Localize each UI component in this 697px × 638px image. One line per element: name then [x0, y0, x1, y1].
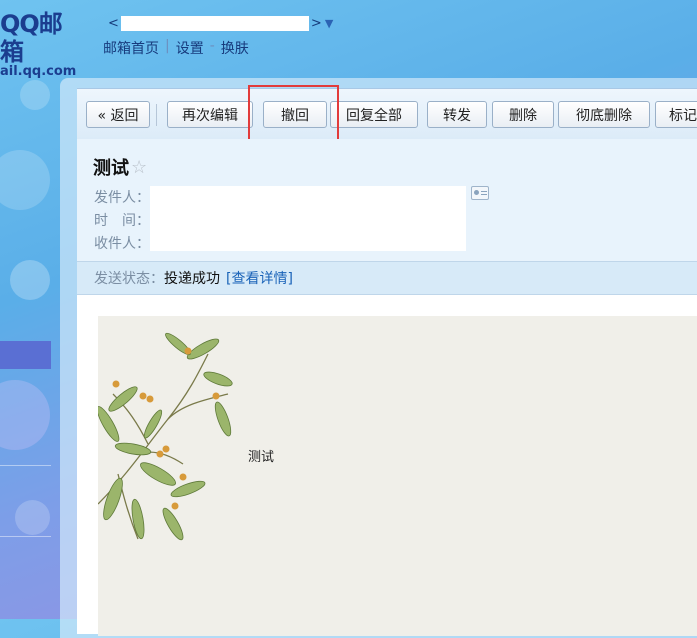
mail-toolbar: « 返回 再次编辑 撤回 回复全部 转发 删除 彻底删除 标记: [77, 85, 697, 142]
status-value: 投递成功: [164, 271, 220, 287]
mail-read-panel: « 返回 再次编辑 撤回 回复全部 转发 删除 彻底删除 标记 测试 ☆ 发件人…: [77, 85, 697, 636]
account-email-redacted: [120, 15, 309, 31]
background-bubble: [10, 260, 50, 300]
account-bracket-close: >: [310, 15, 322, 31]
chevron-down-icon[interactable]: ▼: [325, 17, 333, 30]
mail-body: 测试: [98, 316, 697, 636]
reedit-button[interactable]: 再次编辑: [167, 101, 253, 128]
from-label: 发件人：: [94, 190, 150, 206]
plant-illustration: [98, 332, 233, 541]
background-bubble: [15, 500, 50, 535]
mail-subject: 测试 ☆: [93, 154, 147, 180]
qq-mail-logo[interactable]: QQ邮箱 ail.qq.com: [0, 10, 80, 79]
to-label: 收件人：: [94, 236, 150, 252]
logo-text: QQ邮箱: [0, 10, 63, 66]
delete-button[interactable]: 删除: [492, 101, 554, 128]
nav-settings[interactable]: 设置: [176, 38, 204, 58]
reply-all-button[interactable]: 回复全部: [330, 101, 418, 128]
logo-domain: ail.qq.com: [0, 64, 77, 79]
nav-separator: -: [209, 38, 215, 54]
nav-mail-home[interactable]: 邮箱首页: [103, 38, 159, 58]
star-icon[interactable]: ☆: [131, 157, 147, 178]
contact-card-icon[interactable]: [471, 186, 489, 200]
delete-forever-button[interactable]: 彻底删除: [558, 101, 650, 128]
subject-text: 测试: [93, 158, 129, 179]
mail-header: 测试 ☆ 发件人： 时 间： 收件人：: [77, 139, 697, 261]
redacted-sender-info: [150, 186, 466, 251]
back-button[interactable]: « 返回: [86, 101, 150, 128]
nav-change-skin[interactable]: 换肤: [221, 38, 249, 58]
send-status-bar: 发送状态： 投递成功 [查看详情]: [77, 261, 697, 295]
body-text: 测试: [248, 450, 275, 465]
background-bubble: [0, 380, 50, 450]
account-bracket-open: <: [108, 15, 119, 31]
mark-button[interactable]: 标记: [655, 101, 697, 128]
view-details-link[interactable]: [查看详情]: [226, 268, 293, 288]
top-nav: 邮箱首页 | 设置 - 换肤: [103, 38, 249, 58]
background-bubble: [20, 80, 50, 110]
account-switcher[interactable]: < > ▼: [108, 14, 333, 32]
nav-separator: |: [165, 38, 170, 54]
sidebar-divider: [0, 536, 51, 537]
time-label: 时 间：: [94, 213, 150, 229]
sidebar-selected-item[interactable]: [0, 341, 51, 369]
background-bubble: [0, 150, 50, 210]
forward-button[interactable]: 转发: [427, 101, 487, 128]
recall-button[interactable]: 撤回: [263, 101, 327, 128]
toolbar-divider: [156, 104, 157, 126]
status-label: 发送状态：: [94, 271, 164, 287]
sidebar-divider: [0, 465, 51, 466]
